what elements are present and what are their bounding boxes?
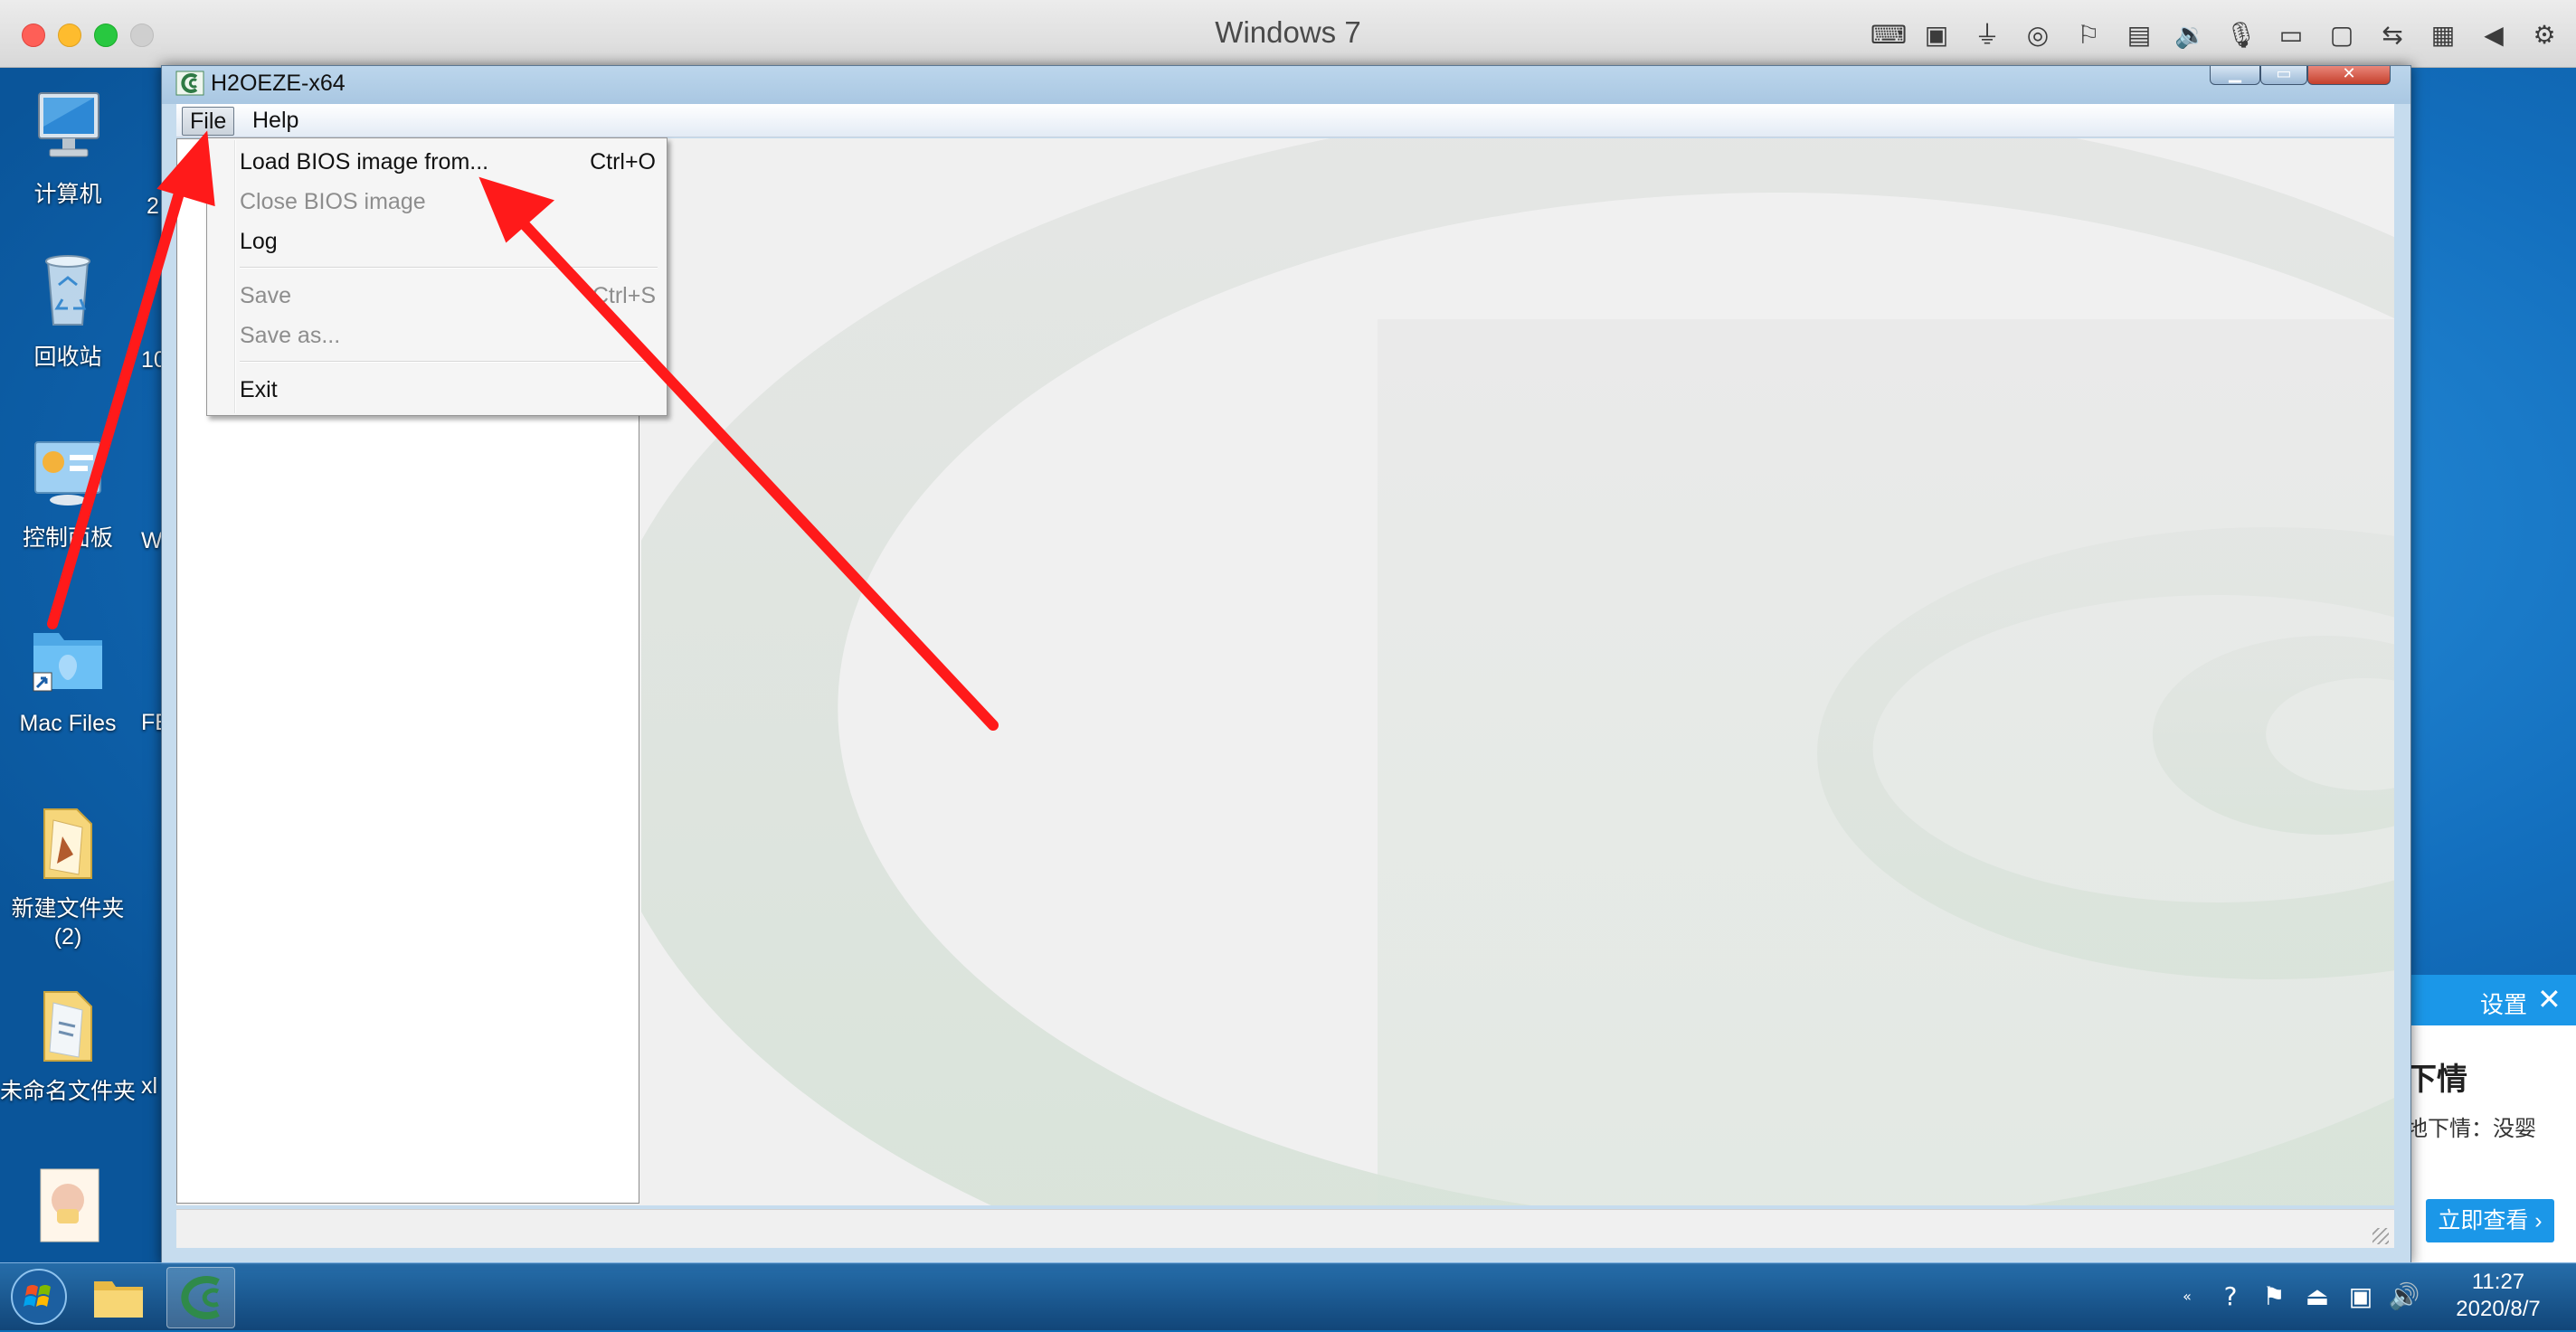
menu-item-label: Save <box>240 283 291 308</box>
desktop-icon-image[interactable] <box>0 1164 136 1259</box>
camera-icon[interactable]: ▢ <box>2326 20 2357 51</box>
cpu-icon[interactable]: ▣ <box>1921 20 1952 51</box>
notification-title: 下情 <box>2406 1063 2467 1097</box>
desktop-icon-label: 未命名文件夹 <box>0 1079 137 1104</box>
cd-icon[interactable]: ◎ <box>2022 20 2053 51</box>
menu-item-label: Load BIOS image from... <box>240 149 489 175</box>
shared-folder-icon[interactable]: ⇆ <box>2377 20 2408 51</box>
desktop-icon-computer[interactable]: 计算机 <box>0 86 136 209</box>
app-logo-icon <box>175 71 204 96</box>
start-button[interactable] <box>7 1265 71 1328</box>
close-icon[interactable]: ✕ <box>2537 982 2562 1016</box>
menu-item-save: Save Ctrl+S <box>240 278 656 314</box>
menu-help[interactable]: Help <box>245 107 306 134</box>
notification-body: 地下情：没婴 <box>2406 1117 2536 1141</box>
usb-icon[interactable]: ⏚ <box>1972 20 2003 51</box>
menu-item-shortcut: Ctrl+O <box>590 149 656 175</box>
notification-view-button[interactable]: 立即查看 › <box>2426 1199 2554 1242</box>
computer-icon <box>38 92 99 157</box>
network-icon[interactable]: ▣ <box>2344 1280 2377 1313</box>
control-panel-icon <box>34 441 101 505</box>
clipped-desktop-label: W <box>141 528 163 553</box>
menu-bar: File Help <box>176 104 2394 137</box>
taskbar-h2oeze-button[interactable] <box>166 1267 235 1328</box>
close-button[interactable]: ✕ <box>2307 64 2391 85</box>
menu-separator <box>240 361 658 363</box>
action-center-flag-icon[interactable]: ⚑ <box>2258 1280 2290 1313</box>
menu-item-label: Close BIOS image <box>240 189 426 214</box>
folder-icon <box>43 991 92 1062</box>
menu-item-close-bios: Close BIOS image <box>240 184 656 220</box>
clock-time: 11:27 <box>2471 1270 2525 1294</box>
taskbar-clock[interactable]: 11:27 2020/8/7 <box>2444 1269 2552 1323</box>
maximize-icon: ▭ <box>2276 64 2292 82</box>
notification-settings-link[interactable]: 设置 <box>2480 987 2527 1020</box>
desktop-icon-recycle-bin[interactable]: 回收站 <box>0 249 136 372</box>
clock-date: 2020/8/7 <box>2456 1297 2541 1321</box>
safely-remove-hardware-icon[interactable]: ⏏ <box>2301 1280 2334 1313</box>
taskbar: « ? ⚑ ⏏ ▣ 🔊 11:27 2020/8/7 <box>0 1262 2576 1330</box>
minimize-icon: ▁ <box>2229 64 2241 82</box>
gear-icon[interactable]: ⚙ <box>2529 20 2560 51</box>
file-menu-dropdown: Load BIOS image from... Ctrl+O Close BIO… <box>206 137 668 416</box>
menu-item-label: Exit <box>240 377 278 402</box>
tray-expand-icon[interactable]: « <box>2171 1280 2203 1313</box>
image-file-icon <box>40 1168 99 1242</box>
close-icon: ✕ <box>2342 64 2356 82</box>
vm-window-titlebar: Windows 7 ⌨ ▣ ⏚ ◎ ⚐ ▤ 🔉 🎙 ▭ ▢ ⇆ ▦ ◀ ⚙ <box>0 0 2576 68</box>
desktop-icon-unnamed-folder[interactable]: 未命名文件夹 <box>0 983 136 1106</box>
desktop-icon-new-folder-2[interactable]: 新建文件夹 (2) <box>0 800 136 951</box>
recycle-bin-icon <box>45 255 90 326</box>
menu-item-label: Log <box>240 229 278 254</box>
folder-icon <box>43 808 92 879</box>
folder-icon <box>94 1281 143 1318</box>
app-title: H2OEZE-x64 <box>211 71 346 96</box>
taskbar-explorer-button[interactable] <box>85 1267 152 1327</box>
minimize-button[interactable]: ▁ <box>2210 64 2260 85</box>
menu-item-shortcut: Ctrl+S <box>592 283 656 308</box>
clipped-desktop-label: xl <box>141 1073 158 1099</box>
desktop-icon-label: 计算机 <box>33 182 102 207</box>
menu-item-log[interactable]: Log <box>240 223 656 260</box>
app-titlebar[interactable]: H2OEZE-x64 ▁ ▭ ✕ <box>162 64 2410 104</box>
terminal-icon[interactable]: ▦ <box>2428 20 2458 51</box>
menu-file[interactable]: File <box>182 107 235 136</box>
floppy-icon[interactable]: ▤ <box>2124 20 2155 51</box>
desktop-icon-mac-files[interactable]: Mac Files <box>0 615 136 738</box>
menu-separator <box>240 267 658 269</box>
menu-item-save-as: Save as... <box>240 317 656 354</box>
hard-disk-icon[interactable]: ▭ <box>2276 20 2306 51</box>
desktop-icon-control-panel[interactable]: 控制面板 <box>0 430 136 553</box>
folder-shortcut-icon <box>33 633 102 692</box>
app-logo-icon <box>181 1276 220 1319</box>
sound-icon[interactable]: 🔉 <box>2174 20 2206 51</box>
network-icon[interactable]: ⚐ <box>2073 20 2104 51</box>
microphone-icon[interactable]: 🎙 <box>2225 20 2258 51</box>
content-pane <box>641 138 2394 1205</box>
watermark-logo <box>641 138 2394 1205</box>
status-bar <box>176 1209 2394 1248</box>
volume-icon[interactable]: 🔊 <box>2388 1280 2420 1313</box>
keyboard-icon[interactable]: ⌨ <box>1870 20 1907 51</box>
desktop-icon-label: Mac Files <box>19 711 117 736</box>
vm-toolbar: ⌨ ▣ ⏚ ◎ ⚐ ▤ 🔉 🎙 ▭ ▢ ⇆ ▦ ◀ ⚙ <box>1870 18 2560 52</box>
maximize-button[interactable]: ▭ <box>2260 64 2307 85</box>
desktop-icon-label: 新建文件夹 (2) <box>11 896 125 949</box>
desktop-icon-label: 回收站 <box>33 345 102 370</box>
menu-item-exit[interactable]: Exit <box>240 372 656 408</box>
desktop-icon-label: 控制面板 <box>22 525 113 551</box>
menu-item-load-bios[interactable]: Load BIOS image from... Ctrl+O <box>240 144 656 180</box>
help-icon[interactable]: ? <box>2214 1280 2247 1313</box>
clipped-desktop-label: 2 <box>147 194 159 219</box>
system-tray: « ? ⚑ ⏏ ▣ 🔊 <box>2171 1274 2420 1319</box>
resize-grip-icon[interactable] <box>2372 1228 2389 1244</box>
triangle-left-icon[interactable]: ◀ <box>2478 20 2509 51</box>
menu-item-label: Save as... <box>240 323 341 348</box>
